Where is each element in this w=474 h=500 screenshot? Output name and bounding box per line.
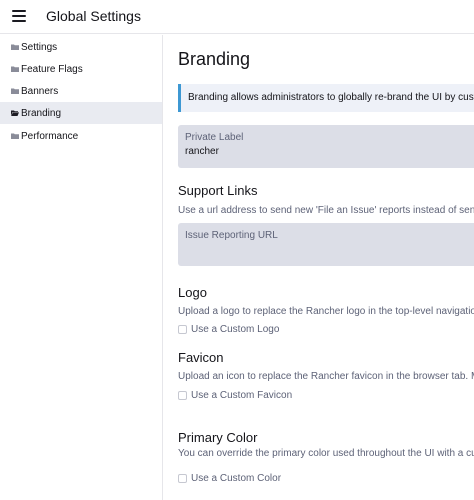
folder-open-icon xyxy=(11,110,19,116)
logo-description: Upload a logo to replace the Rancher log… xyxy=(178,306,474,317)
custom-favicon-checkbox-label: Use a Custom Favicon xyxy=(191,390,293,401)
favicon-description: Upload an icon to replace the Rancher fa… xyxy=(178,371,474,382)
sidebar-item-performance[interactable]: Performance xyxy=(0,125,162,147)
sidebar-item-banners[interactable]: Banners xyxy=(0,80,162,102)
sidebar: Settings Feature Flags Banners Branding … xyxy=(0,35,163,500)
logo-title: Logo xyxy=(178,285,207,300)
private-label-field[interactable]: Private Label xyxy=(178,125,474,168)
custom-logo-checkbox-row[interactable]: Use a Custom Logo xyxy=(178,324,279,335)
support-links-title: Support Links xyxy=(178,183,258,198)
app-title: Global Settings xyxy=(46,8,141,24)
folder-icon xyxy=(11,88,19,94)
sidebar-item-label: Banners xyxy=(21,85,59,97)
custom-logo-checkbox-label: Use a Custom Logo xyxy=(191,324,280,335)
custom-color-checkbox[interactable] xyxy=(178,474,187,483)
sidebar-item-feature-flags[interactable]: Feature Flags xyxy=(0,58,162,80)
hamburger-icon[interactable] xyxy=(12,10,26,22)
folder-icon xyxy=(11,44,19,50)
issue-reporting-url-input[interactable] xyxy=(185,244,474,255)
page-title: Branding xyxy=(178,49,251,69)
custom-favicon-checkbox-row[interactable]: Use a Custom Favicon xyxy=(178,390,292,401)
sidebar-item-label: Feature Flags xyxy=(21,63,83,75)
hamburger-line xyxy=(12,15,26,17)
sidebar-item-label: Performance xyxy=(21,130,79,142)
favicon-title: Favicon xyxy=(178,350,224,365)
info-banner: Branding allows administrators to global… xyxy=(178,84,474,112)
primary-color-title: Primary Color xyxy=(178,430,258,445)
folder-icon xyxy=(11,133,19,139)
main-content: Branding Branding allows administrators … xyxy=(163,35,474,500)
sidebar-item-label: Branding xyxy=(21,107,62,119)
custom-color-checkbox-label: Use a Custom Color xyxy=(191,473,282,484)
sidebar-item-settings[interactable]: Settings xyxy=(0,36,162,58)
folder-icon xyxy=(11,66,19,72)
top-header: Global Settings xyxy=(0,0,474,34)
hamburger-line xyxy=(12,20,26,22)
private-label-label: Private Label xyxy=(185,132,244,143)
custom-logo-checkbox[interactable] xyxy=(178,325,187,334)
issue-reporting-url-field[interactable]: Issue Reporting URL xyxy=(178,223,474,266)
custom-color-checkbox-row[interactable]: Use a Custom Color xyxy=(178,473,281,484)
issue-reporting-url-label: Issue Reporting URL xyxy=(185,230,278,241)
private-label-input[interactable] xyxy=(185,146,474,157)
custom-favicon-checkbox[interactable] xyxy=(178,391,187,400)
support-links-description: Use a url address to send new 'File an I… xyxy=(178,205,474,216)
sidebar-item-branding[interactable]: Branding xyxy=(0,102,162,124)
primary-color-description: You can override the primary color used … xyxy=(178,448,474,459)
sidebar-item-label: Settings xyxy=(21,41,58,53)
hamburger-line xyxy=(12,10,26,12)
